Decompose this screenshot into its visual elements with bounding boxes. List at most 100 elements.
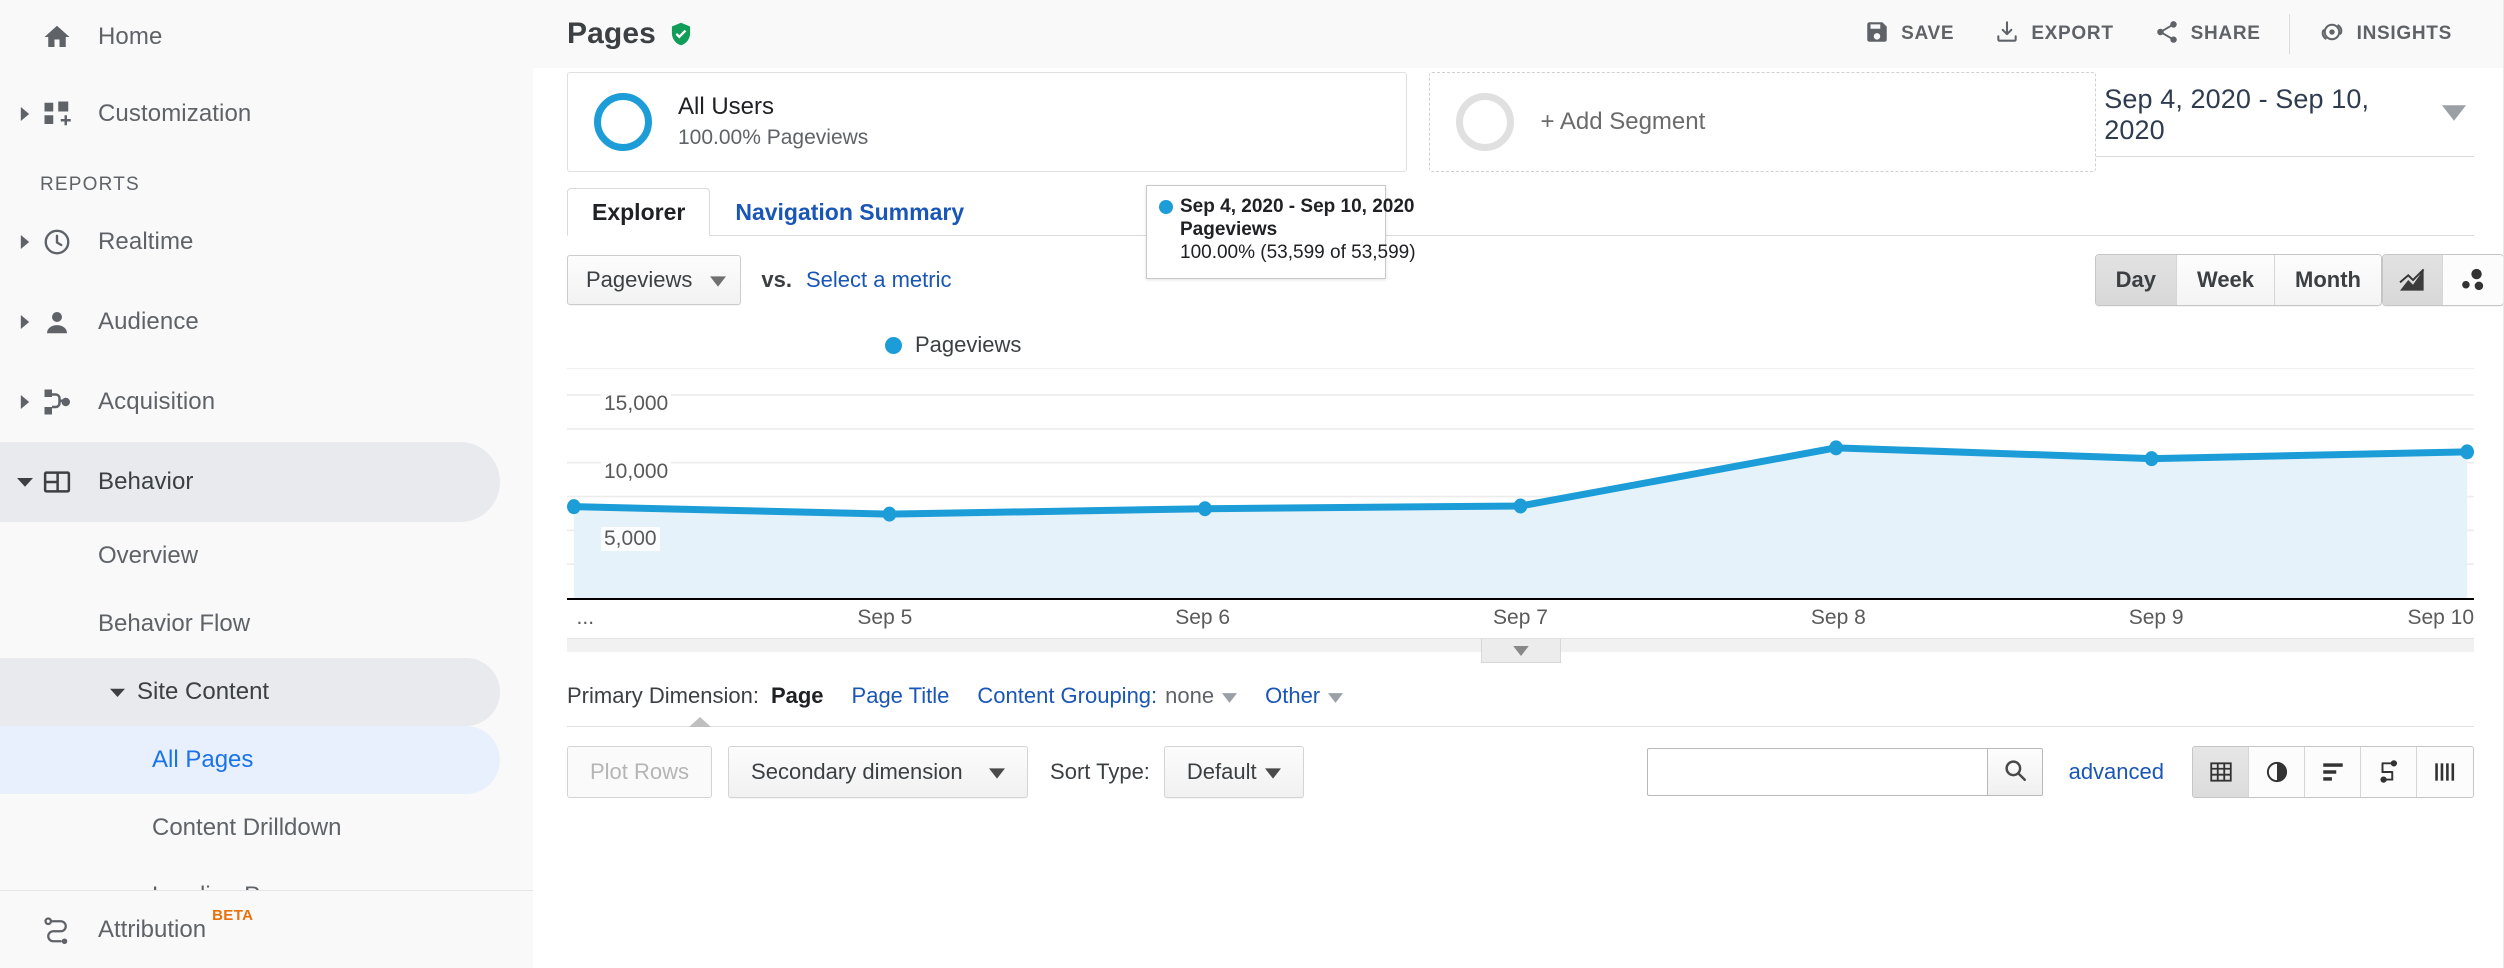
table-toolbar: Plot Rows Secondary dimension Sort Type:…: [567, 745, 2474, 799]
save-button[interactable]: SAVE: [1844, 11, 1974, 57]
share-button[interactable]: SHARE: [2134, 11, 2281, 57]
chart-data-point[interactable]: [1829, 440, 1843, 456]
chart-zoom-strip[interactable]: [567, 638, 2474, 663]
primary-dimension-label: Primary Dimension:: [567, 683, 759, 708]
sidebar-item-label: All Pages: [152, 746, 254, 773]
sidebar-item-audience[interactable]: Audience: [0, 282, 533, 362]
chevron-down-icon: [710, 267, 727, 293]
sidebar-item-behavior-flow[interactable]: Behavior Flow: [0, 590, 500, 658]
pie-view-icon[interactable]: [2249, 747, 2305, 797]
content-grouping-label: Content Grouping:: [977, 683, 1158, 708]
verified-shield-icon: [668, 21, 694, 47]
sidebar-item-overview[interactable]: Overview: [0, 522, 500, 590]
metric-select[interactable]: Pageviews: [567, 255, 742, 305]
plot-rows-button[interactable]: Plot Rows: [567, 746, 713, 798]
other-dimension-menu[interactable]: Other: [1265, 683, 1344, 709]
date-range-picker[interactable]: Sep 4, 2020 - Sep 10, 2020: [2096, 84, 2475, 157]
zoom-handle[interactable]: [1480, 639, 1561, 663]
save-icon: [1864, 19, 1890, 50]
home-icon: [42, 22, 98, 52]
chevron-down-icon: [1512, 645, 1529, 656]
advanced-link[interactable]: advanced: [2069, 759, 2164, 785]
x-axis-tick-label: ...: [576, 606, 595, 629]
x-axis-tick-label: Sep 8: [1810, 606, 1866, 629]
sidebar-item-content-drilldown[interactable]: Content Drilldown: [0, 794, 500, 862]
sidebar-item-attribution[interactable]: Attribution BETA: [0, 890, 533, 968]
primary-dimension-page[interactable]: Page: [771, 683, 824, 709]
chart-data-point[interactable]: [2460, 444, 2474, 460]
content-grouping-select[interactable]: Content Grouping: none: [977, 683, 1238, 709]
sort-type-value: Default: [1186, 759, 1257, 784]
chart-data-point[interactable]: [567, 499, 581, 515]
chevron-down-icon: [1264, 759, 1281, 785]
chart-data-point[interactable]: [1513, 498, 1528, 514]
chart-data-point[interactable]: [2144, 451, 2159, 467]
scatter-chart-icon[interactable]: [2443, 255, 2503, 305]
metric-select-value: Pageviews: [586, 267, 693, 292]
sidebar-item-label: Customization: [98, 100, 252, 127]
search-input[interactable]: [1646, 748, 1987, 796]
legend-label: Pageviews: [915, 332, 1022, 357]
sort-type-select[interactable]: Default: [1163, 746, 1304, 798]
bar-view-icon[interactable]: [2305, 747, 2361, 797]
sidebar-item-customization[interactable]: Customization: [0, 74, 533, 154]
export-icon: [1994, 19, 2020, 50]
pivot-view-icon[interactable]: [2417, 747, 2473, 797]
header-actions: SAVE EXPORT SHARE INSIGHTS: [1844, 11, 2472, 57]
chart-data-point[interactable]: [1198, 501, 1212, 517]
sidebar-item-acquisition[interactable]: Acquisition: [0, 362, 533, 442]
chevron-down-icon: [1328, 683, 1344, 709]
tab-navigation-summary[interactable]: Navigation Summary: [710, 188, 989, 236]
table-view-icon[interactable]: [2193, 747, 2249, 797]
y-axis-tick-label: 10,000: [601, 459, 672, 484]
sidebar: Home Customization REPORTS Realtime Audi…: [0, 0, 533, 968]
add-segment-button[interactable]: + Add Segment: [1429, 72, 2097, 172]
series-dot-icon: [1159, 200, 1173, 214]
pageviews-line-chart[interactable]: 5,000 10,000 15,000: [567, 368, 2474, 598]
person-icon: [42, 307, 98, 337]
sidebar-item-all-pages[interactable]: All Pages: [0, 726, 500, 794]
main-content: Pages SAVE EXPORT SHARE INSIGHTS All Use…: [533, 0, 2504, 968]
analytics-app: Home Customization REPORTS Realtime Audi…: [0, 0, 2504, 968]
select-a-metric-link[interactable]: Select a metric: [806, 267, 952, 293]
page-header: Pages SAVE EXPORT SHARE INSIGHTS: [533, 0, 2504, 68]
insights-button[interactable]: INSIGHTS: [2298, 11, 2472, 57]
chart-data-point[interactable]: [882, 506, 897, 522]
x-axis-tick-label: Sep 9: [2128, 606, 2184, 629]
sidebar-scroll-region[interactable]: Home Customization REPORTS Realtime Audi…: [0, 0, 533, 890]
granularity-week-button[interactable]: Week: [2176, 255, 2276, 305]
sidebar-item-home[interactable]: Home: [0, 0, 533, 74]
search-icon: [2002, 757, 2028, 788]
sidebar-item-behavior[interactable]: Behavior: [0, 442, 500, 522]
primary-dimension-page-title[interactable]: Page Title: [852, 683, 950, 709]
granularity-month-button[interactable]: Month: [2275, 255, 2381, 305]
add-segment-label: + Add Segment: [1540, 108, 1706, 135]
segment-ring-icon: [1456, 93, 1515, 151]
sidebar-item-realtime[interactable]: Realtime: [0, 202, 533, 282]
chevron-down-icon: [1222, 683, 1238, 709]
chevron-right-icon: [8, 235, 42, 249]
performance-view-icon[interactable]: [2361, 747, 2417, 797]
active-dimension-caret-icon: [689, 717, 711, 727]
chevron-down-icon: [8, 474, 42, 490]
granularity-day-button[interactable]: Day: [2095, 255, 2177, 305]
other-label: Other: [1265, 683, 1321, 708]
sidebar-section-reports: REPORTS: [40, 174, 140, 195]
segment-text: + Add Segment: [1540, 107, 1705, 137]
vs-label: vs.: [761, 267, 792, 292]
sidebar-item-landing-pages[interactable]: Landing Pages: [0, 862, 500, 890]
chevron-down-icon: [2442, 104, 2467, 126]
sidebar-item-site-content[interactable]: Site Content: [0, 658, 500, 726]
insights-label: INSIGHTS: [2356, 23, 2452, 44]
segment-all-users[interactable]: All Users 100.00% Pageviews: [567, 72, 1408, 172]
tab-explorer[interactable]: Explorer: [567, 188, 711, 236]
sidebar-item-label: Overview: [98, 542, 199, 569]
secondary-dimension-select[interactable]: Secondary dimension: [728, 746, 1029, 798]
line-chart-icon[interactable]: [2383, 255, 2443, 305]
metric-controls: Pageviews vs. Select a metric Day Week M…: [567, 254, 2504, 306]
y-axis-tick-label: 15,000: [601, 392, 672, 417]
sidebar-item-label: Content Drilldown: [152, 814, 342, 841]
export-button[interactable]: EXPORT: [1974, 11, 2133, 57]
legend-dot-icon: [885, 336, 902, 354]
search-button[interactable]: [1986, 748, 2043, 796]
